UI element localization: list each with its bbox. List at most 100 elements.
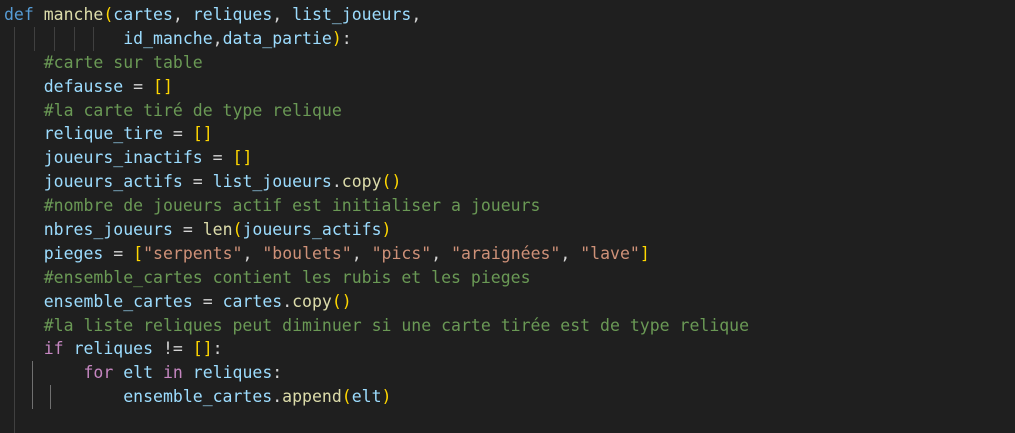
code-token: , xyxy=(351,243,372,263)
code-token: , xyxy=(411,5,422,24)
code-editor[interactable]: def manche(cartes, reliques, list_joueur… xyxy=(0,0,1015,433)
code-token: , xyxy=(272,5,293,24)
code-token: ] xyxy=(639,243,650,263)
code-token: : xyxy=(341,28,352,48)
code-token: = xyxy=(103,243,134,263)
code-token: #ensemble_cartes contient les rubis et l… xyxy=(43,267,531,287)
code-token: = xyxy=(182,172,213,192)
code-line[interactable]: pieges = ["serpents", "boulets", "pics",… xyxy=(4,241,1015,266)
code-token: joueurs_actifs xyxy=(43,172,183,192)
indent-guide xyxy=(13,409,15,433)
code-token: #la liste reliques peut diminuer si une … xyxy=(43,315,750,335)
code-token: relique_tire xyxy=(43,124,163,144)
code-token: for xyxy=(83,363,114,383)
code-token: ensemble_cartes xyxy=(43,291,193,311)
code-token: id_manche xyxy=(123,28,213,48)
code-line[interactable] xyxy=(4,409,1015,433)
code-token: reliques xyxy=(73,339,154,359)
code-token: = xyxy=(172,220,203,240)
code-token: : xyxy=(272,363,283,383)
code-token: [] xyxy=(232,148,253,168)
code-token: . xyxy=(282,291,293,311)
code-token: ( xyxy=(341,387,352,407)
code-line[interactable]: ensemble_cartes = cartes.copy() xyxy=(4,289,1015,314)
code-token: , xyxy=(242,243,263,263)
code-token: elt xyxy=(351,387,382,407)
code-token: . xyxy=(331,172,342,192)
code-line[interactable]: joueurs_actifs = list_joueurs.copy() xyxy=(4,170,1015,195)
code-token: = xyxy=(192,291,223,311)
code-area[interactable]: def manche(cartes, reliques, list_joueur… xyxy=(4,3,1015,433)
code-line[interactable]: #carte sur table xyxy=(4,50,1015,75)
code-line[interactable]: #nombre de joueurs actif est initialiser… xyxy=(4,194,1015,219)
code-line[interactable]: #ensemble_cartes contient les rubis et l… xyxy=(4,265,1015,290)
code-line[interactable]: joueurs_inactifs = [] xyxy=(4,146,1015,171)
code-token: : xyxy=(212,339,223,359)
code-token: [] xyxy=(153,76,173,96)
code-token: , xyxy=(172,5,193,24)
code-token: cartes xyxy=(113,5,173,24)
code-line[interactable]: relique_tire = [] xyxy=(4,122,1015,147)
code-line[interactable]: for elt in reliques: xyxy=(4,361,1015,386)
code-token: ensemble_cartes xyxy=(123,387,273,407)
code-token: joueurs_inactifs xyxy=(43,148,203,168)
code-line[interactable]: ensemble_cartes.append(elt) xyxy=(4,385,1015,410)
code-token: list_joueurs xyxy=(212,172,332,192)
code-token: list_joueurs xyxy=(292,5,412,24)
code-token: #nombre de joueurs actif est initialiser… xyxy=(43,196,541,216)
code-token: def xyxy=(4,5,34,24)
code-token: ) xyxy=(331,28,342,48)
code-token: = xyxy=(162,124,193,144)
code-token: if xyxy=(43,339,64,359)
code-token: "serpents" xyxy=(143,243,243,263)
code-token: reliques xyxy=(192,363,273,383)
code-line[interactable]: def manche(cartes, reliques, list_joueur… xyxy=(4,3,1015,27)
code-token: "boulets" xyxy=(262,243,352,263)
code-line[interactable]: defausse = [] xyxy=(4,74,1015,99)
code-token: ) xyxy=(381,387,392,407)
code-token: () xyxy=(381,172,402,192)
code-token: pieges xyxy=(43,243,104,263)
code-token: #carte sur table xyxy=(43,52,203,72)
code-line[interactable]: nbres_joueurs = len(joueurs_actifs) xyxy=(4,218,1015,242)
code-token: [] xyxy=(192,339,213,359)
code-token: append xyxy=(282,387,342,407)
code-token: , xyxy=(560,243,581,263)
code-line[interactable]: if reliques != []: xyxy=(4,337,1015,362)
code-token: = xyxy=(202,148,233,168)
code-token: ( xyxy=(103,5,114,24)
code-token: elt xyxy=(123,363,154,383)
code-token: "lave" xyxy=(580,243,640,263)
code-token: ) xyxy=(381,220,392,240)
code-token: in xyxy=(162,363,183,383)
code-token: cartes xyxy=(222,291,283,311)
code-token: . xyxy=(272,387,283,407)
code-line[interactable]: #la liste reliques peut diminuer si une … xyxy=(4,313,1015,338)
code-token: [] xyxy=(192,124,213,144)
code-line[interactable]: id_manche,data_partie): xyxy=(4,26,1015,51)
code-token: != xyxy=(153,339,193,359)
code-token: len xyxy=(202,220,233,240)
code-token: [ xyxy=(133,243,144,263)
code-line[interactable]: #la carte tiré de type relique xyxy=(4,98,1015,123)
code-token: copy xyxy=(292,291,332,311)
code-token: ( xyxy=(232,220,243,240)
code-token: copy xyxy=(341,172,382,192)
code-token: manche xyxy=(43,5,104,24)
